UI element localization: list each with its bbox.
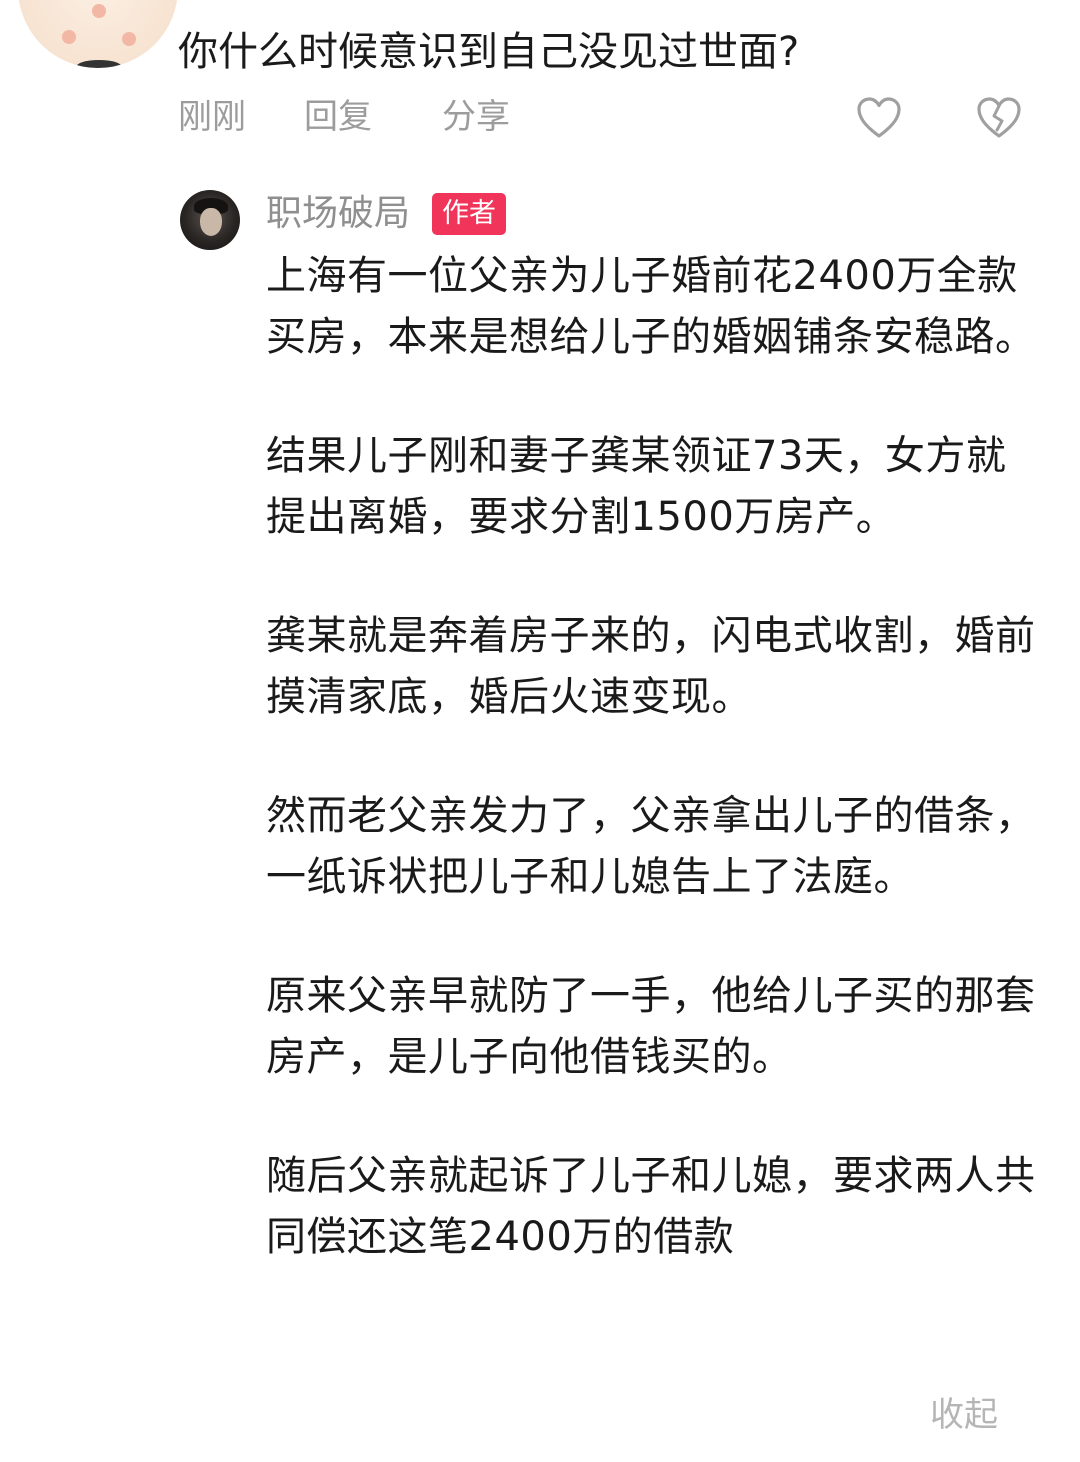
share-button[interactable]: 分享 [442,94,510,140]
question-text: 你什么时候意识到自己没见过世面? [178,29,800,75]
broken-heart-icon[interactable] [976,96,1022,140]
comment-timestamp: 刚刚 [178,97,246,137]
reply-paragraph: 上海有一位父亲为儿子婚前花2400万全款买房，本来是想给儿子的婚姻铺条安稳路。 [266,253,1036,360]
bottom-fade [0,1436,1080,1462]
author-badge: 作者 [432,193,506,235]
reply-paragraph: 龚某就是奔着房子来的，闪电式收割，婚前摸清家底，婚后火速变现。 [266,613,1036,720]
reply-paragraph: 然而老父亲发力了，父亲拿出儿子的借条，一纸诉状把儿子和儿媳告上了法庭。 [266,793,1036,900]
collapse-button[interactable]: 收起 [930,1392,998,1438]
reply-paragraph: 结果儿子刚和妻子龚某领证73天，女方就提出离婚，要求分割1500万房产。 [266,433,1007,540]
heart-outline-icon[interactable] [856,96,902,140]
reply-paragraph: 随后父亲就起诉了儿子和儿媳，要求两人共同偿还这笔2400万的借款 [266,1153,1036,1260]
author-name[interactable]: 职场破局 [266,190,410,238]
commenter-avatar[interactable] [18,0,178,68]
author-avatar[interactable] [180,190,240,250]
reply-button[interactable]: 回复 [304,94,372,140]
reply-paragraph: 原来父亲早就防了一手，他给儿子买的那套房产，是儿子向他借钱买的。 [266,973,1036,1080]
reply-content: 上海有一位父亲为儿子婚前花2400万全款买房，本来是想给儿子的婚姻铺条安稳路。 … [266,246,1046,1326]
